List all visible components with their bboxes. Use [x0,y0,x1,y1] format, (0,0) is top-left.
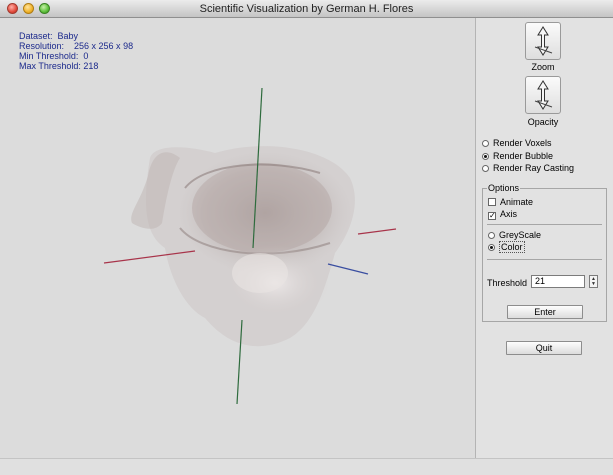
color-radio[interactable]: Color [488,241,525,253]
radio-checked-icon [482,153,489,160]
radio-checked-icon [488,244,495,251]
axis-label: Axis [500,209,518,219]
enter-button[interactable]: Enter [507,305,583,319]
animate-checkbox[interactable]: Animate [488,196,533,208]
quit-button[interactable]: Quit [506,341,582,355]
threshold-label: Threshold [487,278,528,288]
zoom-label: Zoom [531,62,555,72]
options-group: Options Animate ✓ Axis GreyScale Color Th… [482,183,607,322]
dataset-info: Dataset: Baby Resolution: 256 x 256 x 98… [19,31,133,71]
zoom-arrows-icon [534,26,553,56]
zoom-button[interactable] [525,22,561,60]
title-bar: Scientific Visualization by German H. Fl… [0,0,613,18]
min-threshold: Min Threshold: 0 [19,51,89,61]
stepper-down-icon: ▼ [591,281,596,287]
axis-x-right [357,228,397,235]
max-threshold: Max Threshold: 218 [19,61,99,71]
checkbox-checked-icon: ✓ [488,211,496,220]
threshold-stepper[interactable]: ▲ ▼ [589,275,598,288]
window-title: Scientific Visualization by German H. Fl… [199,3,414,15]
render-bubble-radio[interactable]: Render Bubble [482,150,553,162]
options-divider-2 [487,259,602,260]
render-ray-casting-label: Render Ray Casting [493,163,575,173]
axis-checkbox[interactable]: ✓ Axis [488,208,517,220]
render-bubble-label: Render Bubble [493,151,554,161]
status-bar [0,458,613,475]
options-legend: Options [487,183,521,193]
opacity-button[interactable] [525,76,561,114]
greyscale-label: GreyScale [499,230,542,240]
volume-head-core [192,163,332,253]
animate-label: Animate [500,197,534,207]
render-voxels-label: Render Voxels [493,138,552,148]
render-voxels-radio[interactable]: Render Voxels [482,137,552,149]
render-ray-casting-radio[interactable]: Render Ray Casting [482,162,574,174]
opacity-arrows-icon [534,80,553,110]
opacity-label: Opacity [527,117,559,127]
radio-unchecked-icon [482,140,489,147]
volume-highlight [232,253,288,293]
radio-unchecked-icon [482,165,489,172]
radio-unchecked-icon [488,232,495,239]
threshold-input[interactable]: 21 [531,275,585,288]
checkbox-unchecked-icon [488,198,496,206]
greyscale-radio[interactable]: GreyScale [488,229,541,241]
control-panel: Zoom Opacity Render Voxels Render Bubble… [476,18,613,458]
color-label: Color [499,241,525,253]
options-divider [487,224,602,225]
dataset-resolution: Resolution: 256 x 256 x 98 [19,41,134,51]
render-viewport[interactable]: Dataset: Baby Resolution: 256 x 256 x 98… [0,18,475,458]
dataset-name: Dataset: Baby [19,31,79,41]
volume-rendering [103,87,397,405]
axis-z [327,263,369,275]
